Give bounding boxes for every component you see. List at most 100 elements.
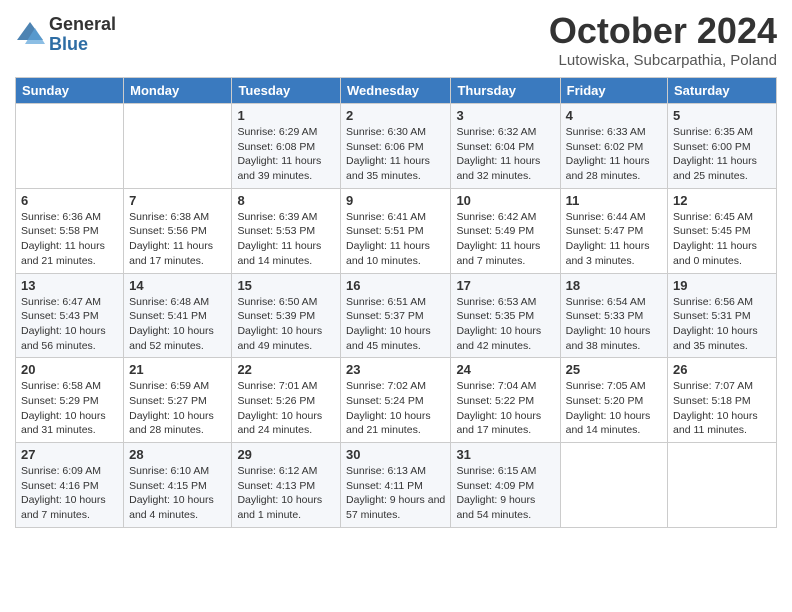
- calendar-cell: 31 Sunrise: 6:15 AM Sunset: 4:09 PM Dayli…: [451, 443, 560, 528]
- calendar-cell: 15 Sunrise: 6:50 AM Sunset: 5:39 PM Dayli…: [232, 273, 341, 358]
- logo: General Blue: [15, 15, 116, 55]
- day-number: 31: [456, 447, 554, 462]
- calendar-cell: 2Sunrise: 6:30 AM Sunset: 6:06 PM Daylig…: [341, 104, 451, 189]
- day-number: 15: [237, 278, 335, 293]
- calendar-cell: 30 Sunrise: 6:13 AM Sunset: 4:11 PM Dayli…: [341, 443, 451, 528]
- day-number: 19: [673, 278, 771, 293]
- day-info: Sunrise: 6:38 AM Sunset: 5:56 PM Dayligh…: [129, 210, 226, 269]
- day-info: Sunrise: 6:47 AM Sunset: 5:43 PM Dayligh…: [21, 295, 118, 354]
- calendar-cell: 22 Sunrise: 7:01 AM Sunset: 5:26 PM Dayli…: [232, 358, 341, 443]
- calendar-cell: 1 Sunrise: 6:29 AM Sunset: 6:08 PM Daylig…: [232, 104, 341, 189]
- day-info: Sunrise: 7:07 AM Sunset: 5:18 PM Dayligh…: [673, 379, 771, 438]
- calendar-cell: [124, 104, 232, 189]
- calendar-cell: 6 Sunrise: 6:36 AM Sunset: 5:58 PM Daylig…: [16, 188, 124, 273]
- day-number: 28: [129, 447, 226, 462]
- calendar-cell: [16, 104, 124, 189]
- day-info: Sunrise: 6:39 AM Sunset: 5:53 PM Dayligh…: [237, 210, 335, 269]
- day-info: Sunrise: 6:15 AM Sunset: 4:09 PM Dayligh…: [456, 464, 554, 523]
- day-number: 27: [21, 447, 118, 462]
- day-number: 4: [566, 108, 662, 123]
- day-number: 30: [346, 447, 445, 462]
- calendar-cell: 20 Sunrise: 6:58 AM Sunset: 5:29 PM Dayli…: [16, 358, 124, 443]
- day-number: 17: [456, 278, 554, 293]
- day-number: 8: [237, 193, 335, 208]
- calendar-cell: 5Sunrise: 6:35 AM Sunset: 6:00 PM Daylig…: [668, 104, 777, 189]
- calendar-cell: 13Sunrise: 6:47 AM Sunset: 5:43 PM Dayli…: [16, 273, 124, 358]
- weekday-header-row: SundayMondayTuesdayWednesdayThursdayFrid…: [16, 78, 777, 104]
- calendar-cell: 25Sunrise: 7:05 AM Sunset: 5:20 PM Dayli…: [560, 358, 667, 443]
- day-number: 11: [566, 193, 662, 208]
- calendar-cell: 24 Sunrise: 7:04 AM Sunset: 5:22 PM Dayli…: [451, 358, 560, 443]
- day-number: 3: [456, 108, 554, 123]
- day-info: Sunrise: 6:50 AM Sunset: 5:39 PM Dayligh…: [237, 295, 335, 354]
- calendar-week-row: 6 Sunrise: 6:36 AM Sunset: 5:58 PM Daylig…: [16, 188, 777, 273]
- day-info: Sunrise: 6:54 AM Sunset: 5:33 PM Dayligh…: [566, 295, 662, 354]
- calendar-cell: 14 Sunrise: 6:48 AM Sunset: 5:41 PM Dayli…: [124, 273, 232, 358]
- calendar-cell: 4 Sunrise: 6:33 AM Sunset: 6:02 PM Daylig…: [560, 104, 667, 189]
- day-info: Sunrise: 6:35 AM Sunset: 6:00 PM Dayligh…: [673, 125, 771, 184]
- day-info: Sunrise: 6:30 AM Sunset: 6:06 PM Dayligh…: [346, 125, 445, 184]
- day-info: Sunrise: 6:45 AM Sunset: 5:45 PM Dayligh…: [673, 210, 771, 269]
- calendar-table: SundayMondayTuesdayWednesdayThursdayFrid…: [15, 77, 777, 528]
- day-info: Sunrise: 7:02 AM Sunset: 5:24 PM Dayligh…: [346, 379, 445, 438]
- day-info: Sunrise: 6:41 AM Sunset: 5:51 PM Dayligh…: [346, 210, 445, 269]
- day-number: 20: [21, 362, 118, 377]
- title-block: October 2024 Lutowiska, Subcarpathia, Po…: [549, 10, 777, 69]
- day-number: 21: [129, 362, 226, 377]
- day-info: Sunrise: 6:36 AM Sunset: 5:58 PM Dayligh…: [21, 210, 118, 269]
- calendar-cell: 7 Sunrise: 6:38 AM Sunset: 5:56 PM Daylig…: [124, 188, 232, 273]
- weekday-header-friday: Friday: [560, 78, 667, 104]
- day-number: 24: [456, 362, 554, 377]
- day-info: Sunrise: 7:04 AM Sunset: 5:22 PM Dayligh…: [456, 379, 554, 438]
- day-info: Sunrise: 6:33 AM Sunset: 6:02 PM Dayligh…: [566, 125, 662, 184]
- day-info: Sunrise: 6:29 AM Sunset: 6:08 PM Dayligh…: [237, 125, 335, 184]
- day-info: Sunrise: 6:10 AM Sunset: 4:15 PM Dayligh…: [129, 464, 226, 523]
- day-number: 6: [21, 193, 118, 208]
- calendar-cell: 26 Sunrise: 7:07 AM Sunset: 5:18 PM Dayli…: [668, 358, 777, 443]
- day-info: Sunrise: 6:09 AM Sunset: 4:16 PM Dayligh…: [21, 464, 118, 523]
- day-number: 25: [566, 362, 662, 377]
- day-number: 29: [237, 447, 335, 462]
- day-info: Sunrise: 6:48 AM Sunset: 5:41 PM Dayligh…: [129, 295, 226, 354]
- weekday-header-saturday: Saturday: [668, 78, 777, 104]
- day-info: Sunrise: 6:42 AM Sunset: 5:49 PM Dayligh…: [456, 210, 554, 269]
- day-number: 7: [129, 193, 226, 208]
- calendar-cell: 29 Sunrise: 6:12 AM Sunset: 4:13 PM Dayli…: [232, 443, 341, 528]
- day-info: Sunrise: 6:53 AM Sunset: 5:35 PM Dayligh…: [456, 295, 554, 354]
- day-number: 22: [237, 362, 335, 377]
- day-number: 1: [237, 108, 335, 123]
- day-number: 23: [346, 362, 445, 377]
- day-info: Sunrise: 6:13 AM Sunset: 4:11 PM Dayligh…: [346, 464, 445, 523]
- weekday-header-sunday: Sunday: [16, 78, 124, 104]
- calendar-cell: 23 Sunrise: 7:02 AM Sunset: 5:24 PM Dayli…: [341, 358, 451, 443]
- page-header: General Blue October 2024 Lutowiska, Sub…: [15, 10, 777, 69]
- calendar-cell: 21 Sunrise: 6:59 AM Sunset: 5:27 PM Dayli…: [124, 358, 232, 443]
- day-info: Sunrise: 6:56 AM Sunset: 5:31 PM Dayligh…: [673, 295, 771, 354]
- calendar-cell: 10 Sunrise: 6:42 AM Sunset: 5:49 PM Dayli…: [451, 188, 560, 273]
- calendar-cell: 16Sunrise: 6:51 AM Sunset: 5:37 PM Dayli…: [341, 273, 451, 358]
- day-info: Sunrise: 6:59 AM Sunset: 5:27 PM Dayligh…: [129, 379, 226, 438]
- calendar-cell: [668, 443, 777, 528]
- day-number: 26: [673, 362, 771, 377]
- calendar-cell: 27 Sunrise: 6:09 AM Sunset: 4:16 PM Dayli…: [16, 443, 124, 528]
- calendar-week-row: 27 Sunrise: 6:09 AM Sunset: 4:16 PM Dayli…: [16, 443, 777, 528]
- calendar-cell: 8 Sunrise: 6:39 AM Sunset: 5:53 PM Daylig…: [232, 188, 341, 273]
- calendar-week-row: 13Sunrise: 6:47 AM Sunset: 5:43 PM Dayli…: [16, 273, 777, 358]
- calendar-week-row: 20 Sunrise: 6:58 AM Sunset: 5:29 PM Dayli…: [16, 358, 777, 443]
- calendar-cell: 28 Sunrise: 6:10 AM Sunset: 4:15 PM Dayli…: [124, 443, 232, 528]
- day-number: 10: [456, 193, 554, 208]
- logo-general-text: General: [49, 15, 116, 35]
- weekday-header-wednesday: Wednesday: [341, 78, 451, 104]
- calendar-cell: 3Sunrise: 6:32 AM Sunset: 6:04 PM Daylig…: [451, 104, 560, 189]
- calendar-cell: 18Sunrise: 6:54 AM Sunset: 5:33 PM Dayli…: [560, 273, 667, 358]
- day-info: Sunrise: 7:01 AM Sunset: 5:26 PM Dayligh…: [237, 379, 335, 438]
- day-info: Sunrise: 6:12 AM Sunset: 4:13 PM Dayligh…: [237, 464, 335, 523]
- calendar-week-row: 1 Sunrise: 6:29 AM Sunset: 6:08 PM Daylig…: [16, 104, 777, 189]
- weekday-header-tuesday: Tuesday: [232, 78, 341, 104]
- logo-blue-text: Blue: [49, 35, 116, 55]
- calendar-cell: 9Sunrise: 6:41 AM Sunset: 5:51 PM Daylig…: [341, 188, 451, 273]
- day-number: 14: [129, 278, 226, 293]
- day-info: Sunrise: 6:44 AM Sunset: 5:47 PM Dayligh…: [566, 210, 662, 269]
- location-subtitle: Lutowiska, Subcarpathia, Poland: [549, 52, 777, 69]
- day-info: Sunrise: 6:58 AM Sunset: 5:29 PM Dayligh…: [21, 379, 118, 438]
